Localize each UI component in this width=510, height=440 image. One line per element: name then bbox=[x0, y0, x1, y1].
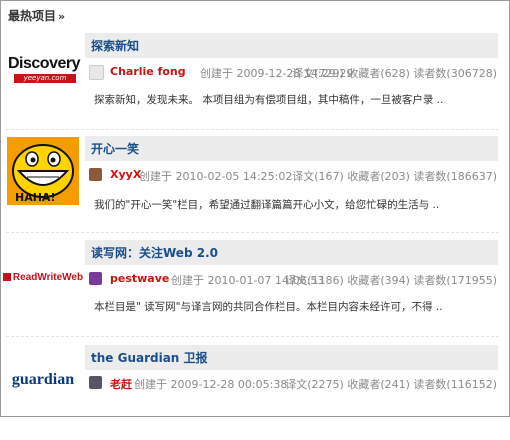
project-stats: 译文(167) 收藏者(203) 读者数(186637) bbox=[292, 170, 497, 183]
user-avatar-icon[interactable] bbox=[89, 376, 102, 389]
project-title-bar: 读写网：关注Web 2.0 bbox=[85, 240, 498, 265]
project-stats: 译文(1186) 收藏者(394) 读者数(171955) bbox=[285, 274, 497, 287]
project-logo[interactable]: guardian bbox=[5, 346, 81, 414]
project-description: 本栏目是" 读写网"与译言网的共同合作栏目。本栏目内容未经许可，不得 .. bbox=[94, 301, 443, 313]
user-avatar-icon[interactable] bbox=[89, 272, 102, 285]
project-meta: XyyX 创建于 2010-02-05 14:25:02 译文(167) 收藏者… bbox=[89, 167, 499, 183]
project-logo[interactable]: Discovery yeeyan.com bbox=[5, 39, 81, 107]
user-link[interactable]: XyyX bbox=[110, 168, 141, 181]
project-title-link[interactable]: 开心一笑 bbox=[91, 140, 139, 157]
readwriteweb-logo-icon: ReadWriteWeb bbox=[2, 271, 84, 283]
project-meta: pestwave 创建于 2010-01-07 14:06:53 译文(1186… bbox=[89, 271, 499, 287]
project-title-bar: 探索新知 bbox=[85, 33, 498, 58]
project-meta: 老赶 创建于 2009-12-28 00:05:38 译文(2275) 收藏者(… bbox=[89, 375, 499, 391]
section-title: 最热项目» bbox=[8, 7, 65, 24]
project-meta: Charlie fong 创建于 2009-12-28 14:29:29 译文(… bbox=[89, 64, 499, 80]
project-title-link[interactable]: the Guardian 卫报 bbox=[91, 349, 208, 366]
hot-projects-panel: 最热项目» Discovery yeeyan.com 探索新知 Charlie … bbox=[0, 0, 510, 417]
user-avatar-icon[interactable] bbox=[89, 65, 104, 80]
user-link[interactable]: 老赶 bbox=[110, 376, 132, 392]
logo-text: ReadWriteWeb bbox=[12, 271, 84, 283]
project-stats: 译文(2275) 收藏者(241) 读者数(116152) bbox=[285, 378, 497, 391]
divider bbox=[6, 232, 499, 233]
created-time: 创建于 2009-12-28 00:05:38 bbox=[134, 378, 288, 391]
project-item: guardian the Guardian 卫报 老赶 创建于 2009-12-… bbox=[1, 342, 509, 440]
user-link[interactable]: Charlie fong bbox=[110, 65, 186, 78]
laughing-face-logo-icon: HAHA! bbox=[7, 137, 79, 205]
project-stats: 译文(729) 收藏者(628) 读者数(306728) bbox=[292, 67, 497, 80]
project-item: HAHA! 开心一笑 XyyX 创建于 2010-02-05 14:25:02 … bbox=[1, 134, 509, 233]
project-item: ReadWriteWeb 读写网：关注Web 2.0 pestwave 创建于 … bbox=[1, 238, 509, 337]
divider bbox=[6, 129, 499, 130]
created-time: 创建于 2010-02-05 14:25:02 bbox=[139, 170, 293, 183]
logo-subtext: yeeyan.com bbox=[14, 74, 76, 83]
svg-text:HAHA!: HAHA! bbox=[15, 191, 55, 204]
project-title-link[interactable]: 读写网：关注Web 2.0 bbox=[91, 244, 218, 261]
double-chevron-icon[interactable]: » bbox=[58, 10, 65, 23]
project-logo[interactable]: HAHA! bbox=[5, 137, 81, 205]
project-title-bar: 开心一笑 bbox=[85, 136, 498, 161]
user-link[interactable]: pestwave bbox=[110, 272, 169, 285]
user-avatar-icon[interactable] bbox=[89, 168, 102, 181]
divider bbox=[6, 336, 499, 337]
guardian-logo-icon: guardian bbox=[11, 371, 75, 388]
project-description: 我们的"开心一笑"栏目，希望通过翻译篇篇开心小文，给您忙碌的生活与 .. bbox=[94, 199, 440, 211]
section-title-text: 最热项目 bbox=[8, 9, 57, 23]
project-item: Discovery yeeyan.com 探索新知 Charlie fong 创… bbox=[1, 31, 509, 130]
project-title-bar: the Guardian 卫报 bbox=[85, 345, 498, 370]
project-description: 探索新知，发现未来。 本项目组为有偿项目组，其中稿件，一旦被客户录 .. bbox=[94, 94, 444, 106]
project-logo[interactable]: ReadWriteWeb bbox=[2, 243, 84, 311]
discovery-logo-icon: Discovery yeeyan.com bbox=[8, 53, 81, 93]
logo-text: Discovery bbox=[8, 55, 81, 72]
project-title-link[interactable]: 探索新知 bbox=[91, 37, 139, 54]
